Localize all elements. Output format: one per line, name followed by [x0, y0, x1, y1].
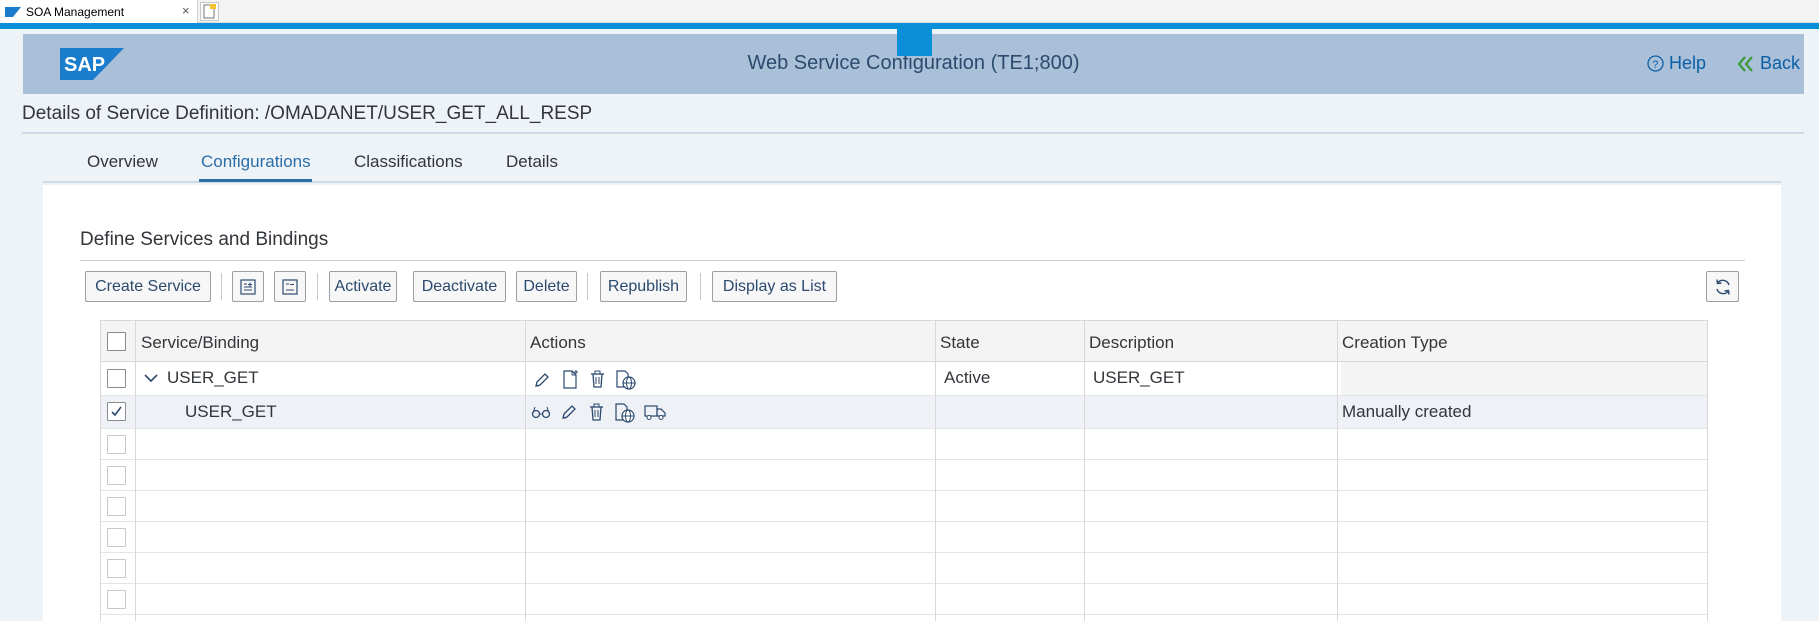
empty-table-row[interactable]: [101, 491, 1725, 522]
display-icon[interactable]: [531, 404, 551, 420]
browser-tab[interactable]: SOA Management ×: [0, 0, 198, 23]
wsdl-icon[interactable]: [615, 370, 637, 390]
empty-table-row[interactable]: [101, 522, 1725, 553]
tab-classifications[interactable]: Classifications: [354, 152, 463, 172]
toolbar-separator: [700, 273, 701, 300]
page-title: Details of Service Definition: /OMADANET…: [22, 103, 593, 124]
display-as-list-button[interactable]: Display as List: [712, 271, 837, 302]
transport-icon[interactable]: [644, 404, 666, 421]
column-divider[interactable]: [525, 320, 526, 621]
help-icon: ?: [1647, 55, 1664, 72]
browser-tab-strip: SOA Management ×: [0, 0, 1819, 23]
row-creation-type-cell: [1341, 362, 1707, 395]
collapse-all-icon: [282, 278, 298, 295]
column-header-creation-type[interactable]: Creation Type: [1342, 333, 1448, 353]
tab-details[interactable]: Details: [506, 152, 558, 172]
column-header-description[interactable]: Description: [1089, 333, 1174, 353]
row-checkbox[interactable]: [107, 497, 126, 516]
help-label: Help: [1669, 53, 1707, 73]
tab-overview[interactable]: Overview: [87, 152, 158, 172]
select-all-checkbox[interactable]: [107, 332, 126, 351]
create-binding-icon[interactable]: [561, 370, 579, 389]
back-button[interactable]: Back: [1737, 53, 1800, 74]
new-tab-icon: [203, 4, 216, 19]
column-header-service-binding[interactable]: Service/Binding: [141, 333, 259, 353]
help-button[interactable]: ? Help: [1647, 53, 1706, 74]
delete-icon[interactable]: [588, 403, 605, 421]
row-description: USER_GET: [1093, 368, 1185, 387]
republish-button[interactable]: Republish: [600, 271, 687, 302]
row-checkbox[interactable]: [107, 466, 126, 485]
delete-button[interactable]: Delete: [516, 271, 577, 302]
svg-text:?: ?: [1652, 59, 1658, 71]
refresh-button[interactable]: [1706, 271, 1739, 302]
toolbar-separator: [587, 273, 588, 300]
table-row[interactable]: USER_GET Active USER_GET: [101, 362, 1725, 396]
empty-table-row[interactable]: [101, 553, 1725, 584]
toolbar-separator: [317, 273, 318, 300]
column-header-state[interactable]: State: [940, 333, 980, 353]
row-checkbox[interactable]: [107, 528, 126, 547]
column-divider[interactable]: [935, 320, 936, 621]
delete-icon[interactable]: [589, 370, 606, 388]
chevron-down-icon[interactable]: [144, 373, 158, 383]
row-checkbox[interactable]: [107, 369, 126, 388]
row-checkbox-checked[interactable]: [107, 402, 126, 421]
row-state: Active: [944, 368, 991, 387]
content-card: Define Services and Bindings Create Serv…: [43, 185, 1781, 621]
column-divider[interactable]: [1084, 320, 1085, 621]
empty-table-row[interactable]: [101, 460, 1725, 491]
create-service-button[interactable]: Create Service: [85, 271, 211, 302]
table-header: Service/Binding Actions State Descriptio…: [101, 320, 1725, 362]
active-tab-indicator: [199, 179, 312, 182]
checkmark-icon: [111, 406, 122, 417]
new-tab-button[interactable]: [200, 2, 219, 21]
service-name: USER_GET: [167, 368, 259, 387]
top-accent-handle[interactable]: [897, 23, 932, 56]
browser-tab-title: SOA Management: [26, 4, 125, 19]
row-checkbox[interactable]: [107, 590, 126, 609]
binding-name: USER_GET: [185, 402, 277, 421]
tab-bar: Overview Configurations Classifications …: [43, 143, 1781, 183]
column-divider: [135, 320, 136, 621]
back-label: Back: [1760, 53, 1801, 73]
row-creation-type: Manually created: [1342, 402, 1472, 421]
header-divider: [22, 132, 1804, 134]
activate-button[interactable]: Activate: [329, 271, 397, 302]
column-divider[interactable]: [1337, 320, 1338, 621]
column-header-actions[interactable]: Actions: [530, 333, 586, 353]
empty-table-row[interactable]: [101, 584, 1725, 615]
expand-all-icon: [240, 278, 256, 295]
tab-configurations[interactable]: Configurations: [201, 152, 311, 172]
sap-favicon-icon: [5, 6, 21, 17]
services-table: Service/Binding Actions State Descriptio…: [100, 320, 1725, 621]
refresh-icon: [1715, 278, 1730, 295]
wsdl-icon[interactable]: [614, 403, 636, 423]
row-checkbox[interactable]: [107, 435, 126, 454]
expand-all-button[interactable]: [232, 271, 264, 302]
table-row[interactable]: USER_GET Manually created: [101, 396, 1725, 429]
toolbar-separator: [221, 273, 222, 300]
section-divider: [80, 260, 1745, 261]
row-checkbox[interactable]: [107, 559, 126, 578]
collapse-all-button[interactable]: [274, 271, 306, 302]
table-scrollbar[interactable]: [1707, 320, 1725, 621]
edit-icon[interactable]: [533, 371, 551, 389]
edit-icon[interactable]: [560, 403, 578, 421]
empty-table-row[interactable]: [101, 429, 1725, 460]
back-icon: [1737, 55, 1753, 72]
close-tab-icon[interactable]: ×: [182, 3, 190, 18]
section-title: Define Services and Bindings: [80, 229, 329, 250]
deactivate-button[interactable]: Deactivate: [413, 271, 506, 302]
